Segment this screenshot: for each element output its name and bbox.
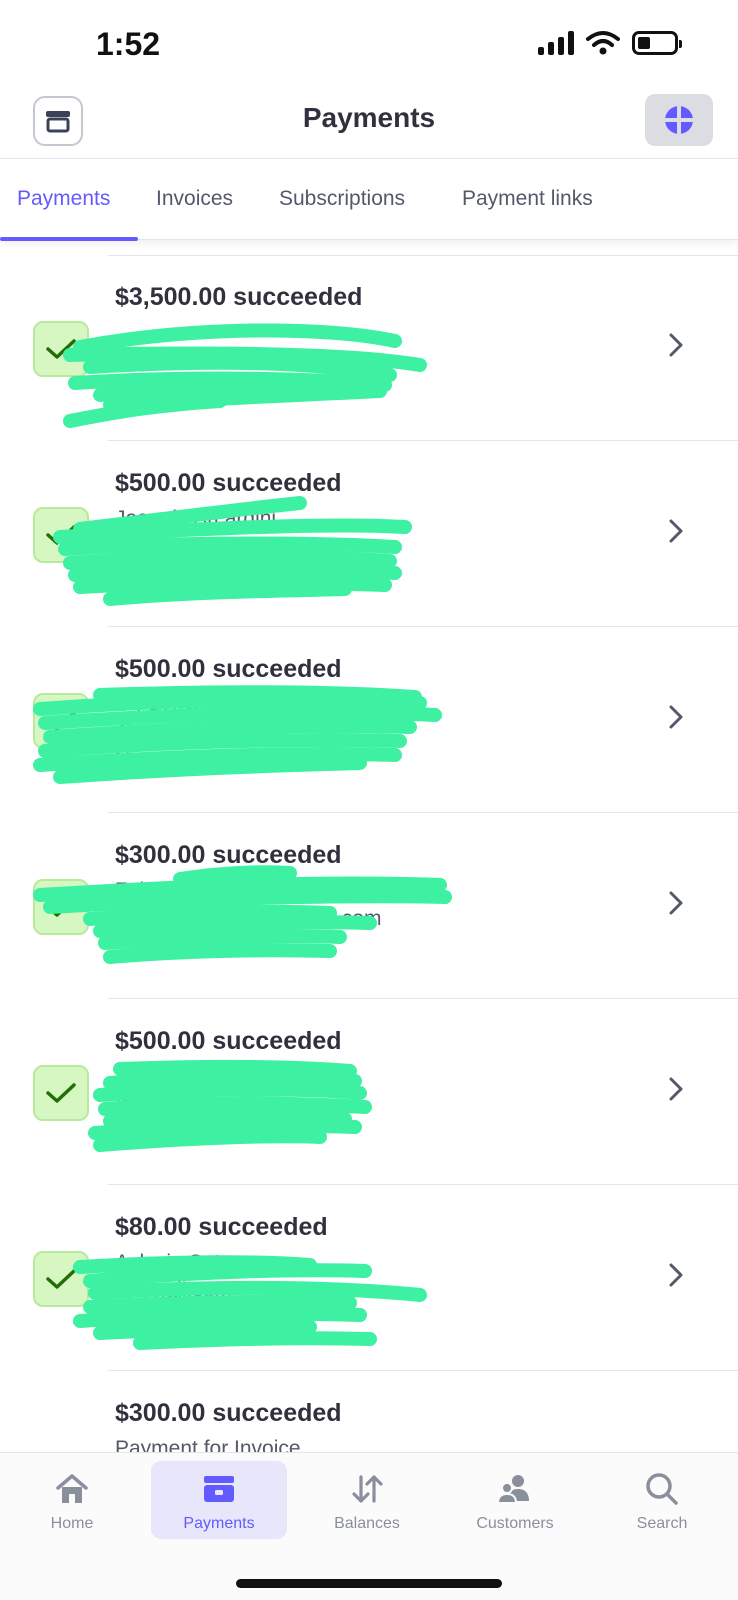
payment-customer-email: zubedar...y7861@gmail.com [115, 907, 382, 930]
plus-icon [665, 106, 693, 134]
payment-customer-email: @gmail.com [115, 1093, 233, 1116]
chevron-right-icon [656, 883, 696, 923]
payment-row[interactable]: $500.00 succeeded D FERNANDES GERBER @gm… [0, 627, 738, 813]
bottom-tab-bar: Home Payments Balances Customers Search [0, 1452, 738, 1600]
header: Payments [0, 80, 738, 158]
payment-date: Nov 1 at 12:52 PM [115, 1307, 289, 1330]
payment-amount-status: $500.00 succeeded [115, 1027, 342, 1055]
succeeded-check-icon [33, 1251, 89, 1307]
payment-customer-name: Ashwin Satra [115, 1251, 239, 1274]
payment-customer-name: Zubedar [115, 879, 194, 902]
succeeded-check-icon [33, 1065, 89, 1121]
payment-date: Nov 20 at 1:00 PM [115, 749, 289, 772]
home-icon [52, 1469, 92, 1509]
nav-balances-label: Balances [334, 1515, 400, 1532]
page-title: Payments [302, 102, 436, 133]
create-button[interactable] [645, 94, 713, 146]
payments-icon [199, 1469, 239, 1509]
status-time: 1:52 [96, 26, 161, 62]
payment-customer-name: Arcardini [115, 1065, 198, 1088]
status-icons [538, 30, 682, 56]
nav-balances[interactable]: Balances [299, 1461, 435, 1539]
nav-home[interactable]: Home [4, 1461, 140, 1539]
balances-icon [347, 1469, 387, 1509]
redaction-scribble [33, 865, 452, 964]
nav-payments-label: Payments [183, 1515, 255, 1532]
battery-icon [632, 31, 682, 55]
redaction-scribble [33, 685, 442, 784]
nav-home-label: Home [50, 1515, 94, 1532]
payment-customer-email: @gmail.com [115, 535, 233, 558]
nav-customers[interactable]: Customers [447, 1461, 583, 1539]
nav-customers-label: Customers [476, 1515, 554, 1532]
payment-amount-status: $500.00 succeeded [115, 655, 342, 683]
redaction-scribble [88, 1059, 372, 1152]
home-indicator [236, 1579, 502, 1588]
tab-invoices[interactable]: Invoices [156, 187, 233, 211]
succeeded-check-icon [33, 507, 89, 563]
payment-customer-email: @gmail.com [115, 349, 233, 372]
payment-customer-email: @gmail.com [115, 1279, 233, 1302]
cellular-signal-icon [538, 31, 574, 55]
nav-payments[interactable]: Payments [151, 1461, 287, 1539]
payment-row[interactable]: $500.00 succeeded Arcardini @gmail.com [0, 999, 738, 1185]
succeeded-check-icon [33, 321, 89, 377]
chevron-right-icon [656, 697, 696, 737]
payment-amount-status: $300.00 succeeded [115, 1399, 342, 1427]
redaction-scribble [63, 323, 427, 428]
payment-customer-email: @gmail.com [115, 721, 233, 744]
tab-payment-links[interactable]: Payment links [462, 187, 593, 211]
payment-customer-name: D FERNANDES GERBER [115, 693, 361, 716]
payment-amount-status: $500.00 succeeded [115, 469, 342, 497]
redaction-scribble [73, 1255, 427, 1350]
payment-row[interactable]: $300.00 succeeded Zubedar zubedar...y786… [0, 813, 738, 999]
succeeded-check-icon [33, 693, 89, 749]
active-tab-indicator [0, 237, 138, 241]
nav-search[interactable]: Search [594, 1461, 730, 1539]
payment-customer-name: Joaquin Arcardini [115, 507, 277, 530]
wifi-icon [586, 31, 620, 55]
succeeded-check-icon [33, 879, 89, 935]
chevron-right-icon [656, 325, 696, 365]
payment-amount-status: $80.00 succeeded [115, 1213, 328, 1241]
tab-subscriptions[interactable]: Subscriptions [279, 187, 405, 211]
chevron-right-icon [656, 511, 696, 551]
customers-icon [495, 1469, 535, 1509]
tab-payments[interactable]: Payments [17, 187, 110, 211]
payment-amount-status: $300.00 succeeded [115, 841, 342, 869]
tab-bar: Payments Invoices Subscriptions Payment … [0, 158, 738, 241]
payment-row[interactable]: $500.00 succeeded Joaquin Arcardini @gma… [0, 441, 738, 627]
payment-row[interactable]: $3,500.00 succeeded @gmail.com [0, 255, 738, 441]
status-bar: 1:52 [0, 0, 738, 80]
search-icon [642, 1469, 682, 1509]
nav-search-label: Search [636, 1515, 688, 1532]
chevron-right-icon [656, 1069, 696, 1109]
payment-row[interactable]: $80.00 succeeded Ashwin Satra @gmail.com… [0, 1185, 738, 1371]
chevron-right-icon [656, 1255, 696, 1295]
payment-amount-status: $3,500.00 succeeded [115, 283, 363, 311]
redaction-scribble [53, 496, 412, 606]
